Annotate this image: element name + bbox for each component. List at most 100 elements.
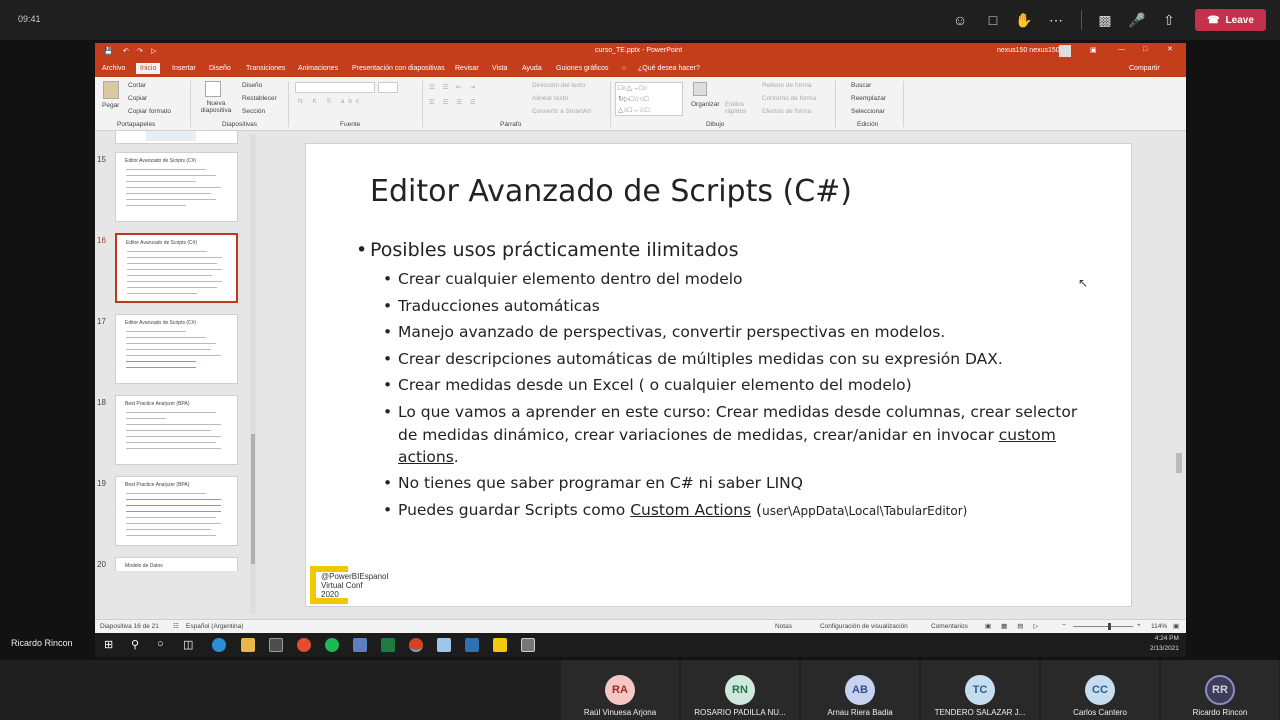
save-icon[interactable]: 💾 (104, 47, 113, 55)
start-from-beginning-icon[interactable]: ▷ (151, 47, 156, 55)
participant-tile[interactable]: RR Ricardo Rincon (1161, 660, 1279, 720)
shape-fill-button[interactable]: Relleno de forma (762, 82, 812, 89)
calculator-icon[interactable] (353, 638, 367, 652)
slide-scrollbar[interactable] (1175, 133, 1184, 617)
tab-presentacion[interactable]: Presentación con diapositivas (352, 65, 445, 72)
redo-icon[interactable]: ↷ (137, 47, 143, 55)
camera-off-icon[interactable]: ▩ (1095, 10, 1115, 30)
thumbnail-slide-20[interactable]: Modelo de Datos (115, 557, 238, 571)
copy-button[interactable]: Copiar (128, 95, 147, 102)
arrange-icon[interactable] (693, 82, 707, 96)
share-button[interactable]: Compartir (1129, 65, 1160, 72)
tab-vista[interactable]: Vista (492, 65, 507, 72)
bullet-item[interactable]: • Crear descripciones automáticas de múlt… (383, 348, 1088, 371)
slide-title[interactable]: Editor Avanzado de Scripts (C#) (370, 174, 852, 209)
user-avatar[interactable] (1059, 45, 1071, 57)
bullet-item[interactable]: • Crear medidas desde un Excel ( o cualqu… (383, 374, 1088, 397)
custom-actions-link[interactable]: Custom Actions (630, 501, 751, 519)
zoom-slider[interactable] (1073, 626, 1133, 627)
share-screen-icon[interactable]: ⇧ (1159, 10, 1179, 30)
language-status[interactable]: Español (Argentina) (186, 623, 243, 630)
tab-transiciones[interactable]: Transiciones (246, 65, 285, 72)
thumbnails-scrollbar[interactable] (250, 134, 256, 614)
bullet-item[interactable]: • Puedes guardar Scripts como Custom Acti… (383, 499, 1088, 523)
new-slide-button[interactable]: Nueva diapositiva (196, 100, 236, 114)
tabular-editor-icon[interactable] (521, 638, 535, 652)
undo-icon[interactable]: ↶ (123, 47, 129, 55)
thumbnail-slide-16[interactable]: Editor Avanzado de Scripts (C#) (115, 233, 238, 303)
tab-inicio[interactable]: Inicio (136, 63, 161, 74)
layout-button[interactable]: Diseño (242, 82, 262, 89)
align-text-button[interactable]: Alinear texto (532, 95, 568, 102)
find-button[interactable]: Buscar (851, 82, 871, 89)
reset-button[interactable]: Restablecer (242, 95, 277, 102)
comments-button[interactable]: Comentarios (931, 623, 968, 630)
raise-hand-icon[interactable]: ✋ (1014, 10, 1034, 30)
notes-button[interactable]: Notas (775, 623, 792, 630)
participant-tile[interactable]: RA Raúl Vinuesa Arjona (561, 660, 679, 720)
bullet-item[interactable]: • No tienes que saber programar en C# ni … (383, 472, 1088, 495)
participant-tile[interactable]: AB Arnau Riera Badia (801, 660, 919, 720)
ribbon-options-icon[interactable]: ▣ (1090, 46, 1097, 54)
select-button[interactable]: Seleccionar (851, 108, 885, 115)
participant-tile[interactable]: RN ROSARIO PADILLA NU... (681, 660, 799, 720)
tab-animaciones[interactable]: Animaciones (298, 65, 338, 72)
tell-me-search[interactable]: ¿Qué desea hacer? (638, 65, 700, 72)
cut-button[interactable]: Cortar (128, 82, 146, 89)
thumbnail-partial[interactable] (115, 131, 238, 144)
tab-diseno[interactable]: Diseño (209, 65, 231, 72)
more-actions-icon[interactable]: ⋯ (1046, 10, 1066, 30)
task-view-icon[interactable]: ○ (157, 638, 164, 650)
paste-icon[interactable] (103, 81, 119, 99)
notepad-icon[interactable] (437, 638, 451, 652)
slide-canvas[interactable]: Editor Avanzado de Scripts (C#) • Posible… (305, 143, 1132, 607)
view-buttons[interactable]: ▣▦▤▷ (985, 622, 1048, 630)
replace-button[interactable]: Reemplazar (851, 95, 886, 102)
bullet-main[interactable]: • Posibles usos prácticamente ilimitados (356, 239, 739, 261)
thumbnail-slide-15[interactable]: Editor Avanzado de Scripts (C#) (115, 152, 238, 222)
shape-effects-button[interactable]: Efectos de forma (762, 108, 811, 115)
scroll-thumb[interactable] (251, 434, 255, 564)
search-icon[interactable]: ⚲ (131, 638, 139, 651)
powerpoint-icon[interactable] (409, 638, 423, 652)
edge-icon[interactable] (212, 638, 226, 652)
shapes-gallery[interactable]: □○△→□○ ↻▷□☆○□ △○□→☆□ (615, 82, 683, 116)
participant-tile[interactable]: TC TENDERO SALAZAR J... (921, 660, 1039, 720)
minimize-icon[interactable]: — (1118, 46, 1125, 53)
windows-start-icon[interactable]: ⊞ (104, 638, 113, 651)
font-size-input[interactable] (378, 82, 398, 93)
maximize-icon[interactable]: □ (1143, 46, 1147, 53)
paste-button[interactable]: Pegar (102, 102, 119, 109)
tab-guiones[interactable]: Guiones gráficos (556, 65, 609, 72)
excel-icon[interactable] (381, 638, 395, 652)
bullet-item[interactable]: • Manejo avanzado de perspectivas, conver… (383, 321, 1088, 344)
list-buttons[interactable]: ☰ ☰ ⇤ ⇥ (429, 83, 478, 91)
text-direction-button[interactable]: Dirección del texto (532, 82, 585, 89)
zoom-slider-thumb[interactable] (1108, 623, 1111, 630)
tab-insertar[interactable]: Insertar (172, 65, 196, 72)
font-style-buttons[interactable]: N K S abc (298, 98, 363, 105)
tab-revisar[interactable]: Revisar (455, 65, 479, 72)
spotify-icon[interactable] (325, 638, 339, 652)
chrome-icon[interactable] (297, 638, 311, 652)
tab-ayuda[interactable]: Ayuda (522, 65, 542, 72)
thumbnail-slide-18[interactable]: Best Practice Analyzer (BPA) (115, 395, 238, 465)
zoom-in-icon[interactable]: + (1137, 622, 1141, 629)
leave-button[interactable]: ☎ Leave (1195, 9, 1266, 31)
bullet-item-long[interactable]: • Lo que vamos a aprender en este curso: … (383, 401, 1088, 469)
arrange-button[interactable]: Organizar (691, 101, 720, 108)
chat-icon[interactable]: □ (983, 10, 1003, 30)
smartart-button[interactable]: Convertir a SmartArt (532, 108, 591, 115)
thumbnail-slide-19[interactable]: Best Practice Analyzer (BPA) (115, 476, 238, 546)
bullet-item[interactable]: • Traducciones automáticas (383, 295, 1088, 318)
format-painter-button[interactable]: Copiar formato (128, 108, 171, 115)
zoom-level[interactable]: 114% (1151, 623, 1167, 630)
tab-archivo[interactable]: Archivo (102, 65, 125, 72)
font-name-input[interactable] (295, 82, 375, 93)
new-slide-icon[interactable] (205, 81, 221, 97)
display-settings-button[interactable]: Configuración de visualización (820, 623, 908, 630)
zoom-out-icon[interactable]: − (1062, 622, 1066, 629)
taskbar-clock[interactable]: 4:24 PM 2/13/2021 (1150, 634, 1179, 654)
fit-slide-icon[interactable]: ▣ (1173, 622, 1179, 630)
section-button[interactable]: Sección (242, 108, 265, 115)
